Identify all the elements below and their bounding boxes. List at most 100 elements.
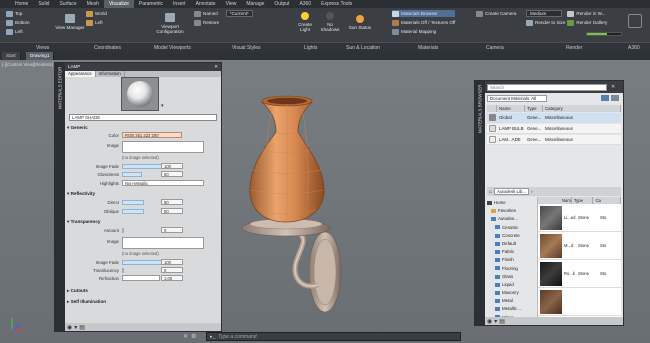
view-manager-button[interactable]: View Manager — [55, 10, 85, 34]
oblique-value[interactable]: 50 — [161, 208, 183, 214]
visual-style-combo[interactable]: *Current* — [225, 10, 253, 17]
doc-tab-start[interactable]: Start — [2, 52, 21, 60]
materials-editor-title[interactable]: MATERIALS EDITOR — [55, 63, 65, 331]
create-camera-button[interactable]: Create Camera — [476, 10, 516, 17]
command-line[interactable]: ▸_ Type a command — [206, 332, 461, 341]
restore-button[interactable]: Restore — [194, 19, 253, 26]
tab-mesh[interactable]: Mesh — [82, 0, 104, 8]
view-bottom-button[interactable]: Bottom — [6, 19, 30, 26]
create-light-button[interactable]: Create Light — [294, 10, 316, 34]
chevron-right-icon[interactable]: › — [531, 189, 532, 194]
tab-solid[interactable]: Solid — [33, 0, 54, 8]
col-category[interactable]: Category — [543, 105, 621, 112]
close-icon[interactable]: ✕ — [611, 84, 615, 90]
wrench-icon[interactable]: ⚙ — [191, 333, 196, 340]
highlights-select[interactable]: Non-Metallic — [122, 180, 204, 186]
tree-ceramic[interactable]: Ceramic — [487, 224, 537, 232]
refraction-value[interactable]: 1.00 — [161, 275, 183, 281]
named-views-button[interactable]: Named *Current* — [194, 10, 253, 17]
tab-manage[interactable]: Manage — [241, 0, 269, 8]
oblique-slider[interactable] — [122, 209, 144, 214]
material-options-icon[interactable]: ▾ — [74, 324, 77, 331]
tree-masonry[interactable]: Masonry — [487, 289, 537, 297]
render-gallery-button[interactable]: Render Gallery — [567, 19, 607, 26]
material-name-field[interactable]: LAMP SHADE — [69, 114, 217, 121]
open-browser-icon[interactable]: ▤ — [79, 324, 85, 331]
render-to-size-button[interactable]: Render to Size — [526, 19, 565, 26]
material-options-icon[interactable]: ▾ — [494, 318, 497, 325]
transparency-image-fade-slider[interactable] — [122, 260, 162, 265]
direct-value[interactable]: 50 — [161, 199, 183, 205]
list-item[interactable] — [538, 288, 621, 316]
create-material-icon[interactable]: ◉ — [67, 324, 72, 331]
list-item[interactable]: Li...ed Stone Sto — [538, 204, 621, 232]
table-row[interactable]: LAM...ADE Gene... Miscellaneous — [487, 135, 621, 145]
viewport-config-button[interactable]: Viewport Configuration — [152, 10, 188, 36]
tab-insert[interactable]: Insert — [168, 0, 191, 8]
tree-default[interactable]: Default — [487, 240, 537, 248]
lib-col-name[interactable]: Nam — [538, 197, 572, 204]
tree-favorites[interactable]: Favorites — [487, 207, 537, 215]
tab-annotate[interactable]: Annotate — [191, 0, 221, 8]
section-generic[interactable]: Generic — [67, 125, 219, 131]
sun-status-button[interactable]: Sun Status — [348, 10, 372, 34]
direct-slider[interactable] — [122, 200, 144, 205]
material-mapping-button[interactable]: Material Mapping — [392, 28, 455, 35]
table-row[interactable]: LAMP BULB Gene... Miscellaneous — [487, 124, 621, 134]
a360-icon[interactable] — [628, 14, 642, 28]
no-shadows-button[interactable]: No Shadows — [318, 10, 342, 34]
doc-tab-drawing1[interactable]: Drawing1 — [26, 52, 55, 60]
image-field[interactable] — [122, 141, 204, 153]
amount-slider[interactable] — [122, 228, 124, 233]
image-fade-value[interactable]: 100 — [161, 163, 183, 169]
view-top-button[interactable]: Top — [6, 10, 30, 17]
tab-parametric[interactable]: Parametric — [134, 0, 168, 8]
tab-appearance[interactable]: Appearance — [65, 71, 96, 77]
tree-glass[interactable]: Glass — [487, 273, 537, 281]
glossiness-slider[interactable] — [122, 172, 142, 177]
render-quality-combo[interactable]: Medium — [526, 10, 565, 17]
section-self-illumination[interactable]: Self Illumination — [67, 299, 219, 305]
list-item[interactable]: M...d Stone Sto — [538, 232, 621, 260]
ucs-left-button[interactable]: Left — [86, 19, 107, 26]
tree-metallic-paint[interactable]: Metallic ... — [487, 305, 537, 313]
material-preview-swatch[interactable] — [121, 77, 159, 111]
section-reflectivity[interactable]: Reflectivity — [67, 191, 219, 197]
render-in-window-button[interactable]: Render in W... — [567, 10, 607, 17]
translucency-slider[interactable] — [122, 268, 124, 273]
list-view-icon[interactable] — [611, 95, 619, 101]
image-fade-slider[interactable] — [122, 164, 162, 169]
materials-off-button[interactable]: Materials Off / Textures Off — [392, 19, 455, 26]
close-icon[interactable]: ✕ — [214, 64, 218, 70]
tab-output[interactable]: Output — [269, 0, 294, 8]
lib-col-type[interactable]: Type — [572, 197, 594, 204]
preview-options-icon[interactable]: ▾ — [161, 103, 164, 109]
color-field[interactable]: RGB 251 222 200 — [122, 132, 182, 138]
tree-finish[interactable]: Finish — [487, 256, 537, 264]
tab-home[interactable]: Home — [10, 0, 33, 8]
tab-visualize[interactable]: Visualize — [103, 0, 134, 8]
viewport-controls[interactable]: [-][Custom View][Realistic] — [2, 62, 53, 67]
amount-value[interactable]: 0 — [161, 227, 183, 233]
tab-a360[interactable]: A360 — [294, 0, 316, 8]
transparency-image-fade-value[interactable]: 100 — [161, 259, 183, 265]
tab-surface[interactable]: Surface — [54, 0, 81, 8]
view-options-icon[interactable] — [601, 95, 609, 101]
tree-fabric[interactable]: Fabric — [487, 248, 537, 256]
tree-metal[interactable]: Metal — [487, 297, 537, 305]
close-icon[interactable]: ✕ — [183, 333, 188, 340]
table-row[interactable]: Global Gene... Miscellaneous — [487, 113, 621, 123]
document-materials-filter[interactable]: Document Materials: All — [487, 95, 547, 102]
tree-concrete[interactable]: Concrete — [487, 232, 537, 240]
refraction-select[interactable] — [122, 275, 160, 281]
tab-view[interactable]: View — [221, 0, 242, 8]
section-cutouts[interactable]: Cutouts — [67, 288, 219, 294]
list-item[interactable]: Ro...k Stone Sto — [538, 260, 621, 288]
glossiness-value[interactable]: 50 — [161, 171, 183, 177]
materials-browser-button[interactable]: Materials Browser — [392, 10, 456, 17]
col-name[interactable]: Name — [497, 105, 525, 112]
ucs-world-button[interactable]: World — [86, 10, 107, 17]
command-input[interactable]: Type a command — [218, 334, 256, 340]
section-transparency[interactable]: Transparency — [67, 219, 219, 225]
open-editor-icon[interactable]: ▤ — [499, 318, 505, 325]
